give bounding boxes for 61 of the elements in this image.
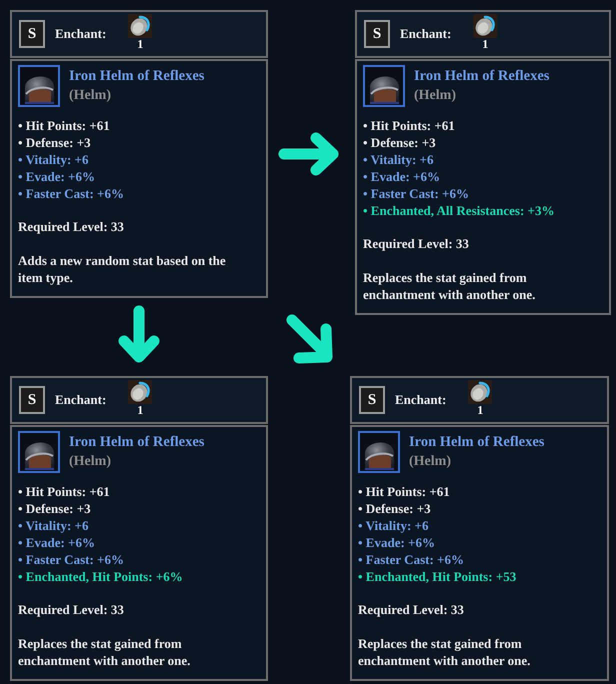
- description-text: Replaces the stat gained from enchantment with another one.: [363, 269, 536, 303]
- stone-icon: [473, 14, 498, 38]
- stat-line: • Faster Cast: +6%: [363, 185, 470, 202]
- stat-line: • Faster Cast: +6%: [18, 185, 125, 202]
- stat-line: • Hit Points: +61: [358, 483, 451, 500]
- stat-line: • Vitality: +6: [18, 151, 90, 168]
- action-label: Enchant:: [55, 391, 106, 410]
- helmet-icon: [358, 431, 400, 473]
- stat-line: • Enchanted, All Resistances: +3%: [363, 202, 556, 219]
- description-text: Replaces the stat gained from enchantment with another one.: [358, 635, 532, 669]
- item-count: 1: [137, 404, 144, 417]
- stat-line: • Defense: +3: [18, 134, 92, 151]
- stat-line: • Faster Cast: +6%: [18, 551, 125, 568]
- item-name: Iron Helm of Reflexes: [414, 67, 550, 85]
- stat-line: • Vitality: +6: [18, 517, 90, 534]
- item-name: Iron Helm of Reflexes: [409, 433, 544, 451]
- item-name: Iron Helm of Reflexes: [69, 433, 204, 451]
- stat-line: • Hit Points: +61: [18, 117, 111, 134]
- description-text: Replaces the stat gained from enchantment with another one.: [18, 635, 192, 669]
- helmet-icon: [18, 431, 60, 473]
- stat-line: • Defense: +3: [363, 134, 437, 151]
- level-requirement: Required Level: 33: [18, 218, 125, 235]
- stat-line: • Vitality: +6: [358, 517, 430, 534]
- stat-line: • Evade: +6%: [363, 168, 441, 185]
- key-cap: S: [359, 386, 385, 414]
- item-count: 1: [477, 404, 484, 417]
- helmet-icon: [363, 65, 405, 107]
- level-requirement: Required Level: 33: [363, 235, 470, 252]
- action-label: Enchant:: [55, 25, 106, 44]
- stone-icon: [128, 14, 152, 38]
- diagonal-arrow-icon: [285, 313, 335, 365]
- action-label: Enchant:: [395, 391, 446, 410]
- stat-line: • Enchanted, Hit Points: +53: [358, 568, 518, 585]
- stat-line: • Defense: +3: [18, 500, 92, 517]
- key-cap: S: [19, 386, 45, 414]
- stat-line: • Vitality: +6: [363, 151, 434, 168]
- stat-line: • Enchanted, Hit Points: +6%: [18, 568, 184, 585]
- item-count: 1: [482, 38, 488, 51]
- helmet-icon: [18, 65, 60, 107]
- stat-line: • Evade: +6%: [358, 534, 436, 551]
- description-text: Adds a new random stat based on the item type.: [18, 252, 227, 286]
- stat-line: • Evade: +6%: [18, 534, 96, 551]
- level-requirement: Required Level: 33: [18, 601, 125, 618]
- stat-line: • Faster Cast: +6%: [358, 551, 465, 568]
- key-cap: S: [364, 20, 390, 48]
- action-label: Enchant:: [400, 25, 452, 44]
- stat-line: • Defense: +3: [358, 500, 432, 517]
- stat-line: • Hit Points: +61: [18, 483, 111, 500]
- item-type: (Helm): [69, 453, 112, 471]
- stat-line: • Hit Points: +61: [363, 117, 456, 134]
- down-arrow-icon: [118, 305, 160, 365]
- level-requirement: Required Level: 33: [358, 601, 465, 618]
- item-type: (Helm): [414, 87, 457, 105]
- stone-icon: [468, 380, 492, 404]
- item-type: (Helm): [409, 453, 452, 471]
- stat-line: • Evade: +6%: [18, 168, 96, 185]
- stone-icon: [128, 380, 152, 404]
- item-type: (Helm): [69, 87, 112, 105]
- item-count: 1: [137, 38, 144, 51]
- item-name: Iron Helm of Reflexes: [69, 67, 204, 85]
- key-cap: S: [19, 20, 45, 48]
